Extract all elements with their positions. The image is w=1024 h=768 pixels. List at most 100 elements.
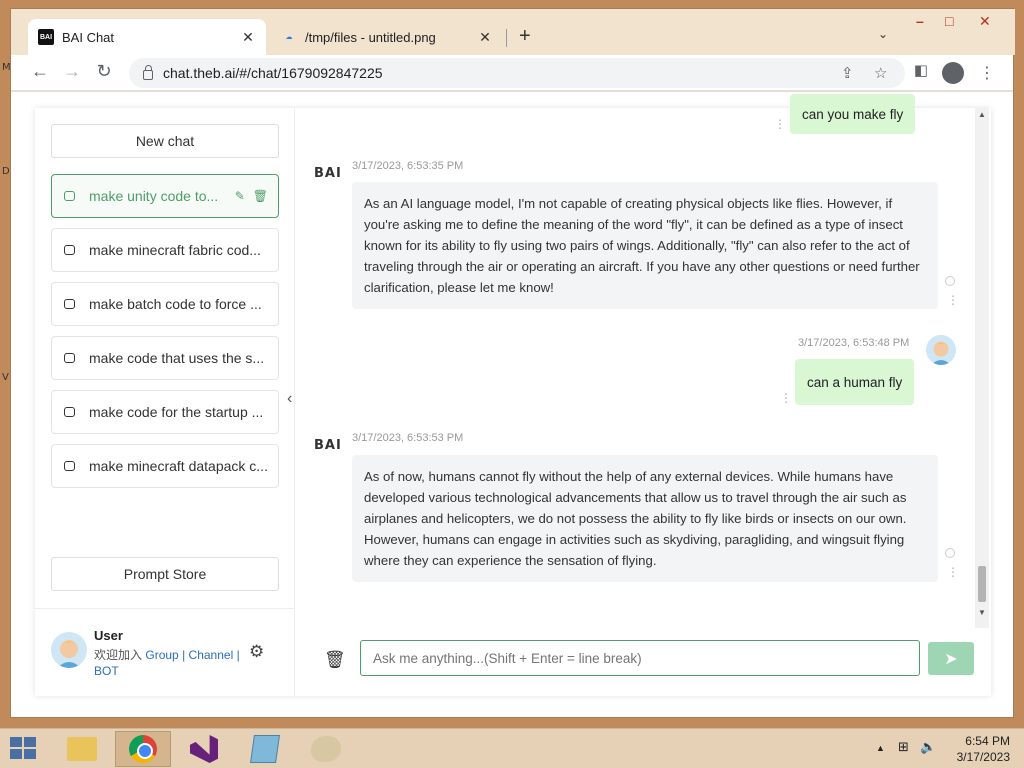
chat-item-label: make code that uses the s... xyxy=(89,350,265,366)
clear-chat-trash-icon[interactable]: 🗑 xyxy=(324,650,346,670)
new-chat-button[interactable]: New chat xyxy=(51,124,279,158)
user-avatar xyxy=(926,335,956,365)
web-page: New chat make unity code to... ✎ 🗑 make … xyxy=(11,92,1013,717)
message-timestamp: 3/17/2023, 6:53:53 PM xyxy=(352,432,464,444)
bookmark-star-icon[interactable]: ☆ xyxy=(874,64,887,82)
chat-item-label: make minecraft fabric cod... xyxy=(89,242,261,258)
group-link[interactable]: Group xyxy=(145,648,178,662)
chat-item-label: make batch code to force ... xyxy=(89,296,262,312)
assistant-message-bubble: As an AI language model, I'm not capable… xyxy=(352,182,938,309)
chrome-taskbar-icon[interactable] xyxy=(115,731,171,767)
paint-taskbar-icon[interactable] xyxy=(298,731,354,767)
chat-bubble-icon xyxy=(64,191,75,201)
chat-item-label: make unity code to... xyxy=(89,188,219,204)
message-menu-dots-icon[interactable]: ⋮ xyxy=(780,392,792,404)
scroll-down-arrow-icon[interactable]: ▼ xyxy=(978,608,986,617)
collapse-sidebar-chevron-icon[interactable]: ‹ xyxy=(287,390,292,408)
chat-bubble-icon xyxy=(64,245,75,255)
chat-list-item[interactable]: make code that uses the s... xyxy=(51,336,279,380)
tray-up-arrow-icon[interactable]: ▲ xyxy=(876,743,885,753)
assistant-message-bubble: As of now, humans cannot fly without the… xyxy=(352,455,938,582)
chat-list-item[interactable]: make unity code to... ✎ 🗑 xyxy=(51,174,279,218)
bai-favicon-icon: BAI xyxy=(38,29,54,45)
message-menu-dots-icon[interactable]: ⋮ xyxy=(947,294,959,306)
close-window-icon[interactable]: ✕ xyxy=(979,13,991,30)
lock-icon[interactable] xyxy=(143,65,153,80)
browser-menu-icon[interactable]: ⋮ xyxy=(979,63,995,83)
message-input[interactable] xyxy=(360,640,920,676)
maximize-icon[interactable]: □ xyxy=(945,13,953,29)
tab-title: /tmp/files - untitled.png xyxy=(305,29,436,45)
network-icon[interactable]: ⊞ xyxy=(898,739,909,755)
url-text[interactable]: chat.theb.ai/#/chat/1679092847225 xyxy=(163,65,383,81)
windows-taskbar: ▲ ⊞ 🔈 6:54 PM 3/17/2023 xyxy=(0,728,1024,768)
new-tab-icon[interactable]: + xyxy=(519,25,531,48)
windows-start-icon[interactable] xyxy=(10,737,38,761)
browser-toolbar: ← → ↻ chat.theb.ai/#/chat/1679092847225 … xyxy=(11,55,1013,91)
tab-separator xyxy=(506,29,507,47)
chat-item-label: make minecraft datapack c... xyxy=(89,458,268,474)
scroll-up-arrow-icon[interactable]: ▲ xyxy=(978,110,986,119)
clock-date: 3/17/2023 xyxy=(956,750,1010,764)
chat-list-item[interactable]: make code for the startup ... xyxy=(51,390,279,434)
delete-trash-icon[interactable]: 🗑 xyxy=(253,189,268,203)
back-icon[interactable]: ← xyxy=(28,61,52,82)
message-timestamp: 3/17/2023, 6:53:48 PM xyxy=(798,337,910,349)
reload-icon[interactable]: ↻ xyxy=(92,61,116,82)
welcome-text: 欢迎加入 xyxy=(94,648,143,662)
close-tab-icon[interactable]: ✕ xyxy=(477,29,493,46)
user-avatar xyxy=(51,632,87,668)
address-bar[interactable]: chat.theb.ai/#/chat/1679092847225 ⇪ ☆ xyxy=(129,58,905,88)
chat-bubble-icon xyxy=(64,461,75,471)
tab-search-chevron-icon[interactable]: ⌄ xyxy=(878,27,888,41)
tab-title: BAI Chat xyxy=(62,29,115,45)
tab-strip: BAI BAI Chat ✕ ☁ /tmp/files - untitled.p… xyxy=(11,9,1015,55)
taskbar-clock[interactable]: 6:54 PM 3/17/2023 xyxy=(948,733,1010,765)
volume-icon[interactable]: 🔈 xyxy=(920,739,936,755)
chat-item-label: make code for the startup ... xyxy=(89,404,264,420)
side-panel-icon[interactable]: ◧ xyxy=(909,61,933,79)
notebook-taskbar-icon[interactable] xyxy=(237,731,293,767)
chat-scrollbar[interactable]: ▲ ▼ xyxy=(975,108,989,628)
edit-pencil-icon[interactable]: ✎ xyxy=(235,189,245,203)
tab-bai-chat[interactable]: BAI BAI Chat ✕ xyxy=(28,19,266,55)
settings-gear-icon[interactable]: ⚙ xyxy=(249,642,264,662)
desktop-edge-text: V xyxy=(2,372,9,383)
clock-time: 6:54 PM xyxy=(965,734,1010,748)
profile-avatar-icon[interactable] xyxy=(942,62,964,84)
channel-link[interactable]: Channel xyxy=(189,648,234,662)
sidebar-divider xyxy=(35,608,295,609)
bai-bot-logo: BAI xyxy=(314,438,342,453)
cloud-favicon-icon: ☁ xyxy=(285,34,293,41)
share-icon[interactable]: ⇪ xyxy=(841,64,854,82)
minimize-icon[interactable]: – xyxy=(916,13,924,29)
message-menu-dots-icon[interactable]: ⋮ xyxy=(774,118,786,130)
close-tab-icon[interactable]: ✕ xyxy=(240,29,256,46)
bot-link[interactable]: BOT xyxy=(94,664,119,678)
regenerate-spinner-icon[interactable] xyxy=(945,548,955,558)
link-separator: | xyxy=(236,648,240,662)
chat-list-item[interactable]: make minecraft datapack c... xyxy=(51,444,279,488)
scrollbar-thumb[interactable] xyxy=(978,566,986,602)
chat-bubble-icon xyxy=(64,407,75,417)
tab-tmp-files[interactable]: ☁ /tmp/files - untitled.png ✕ xyxy=(271,19,503,55)
forward-icon[interactable]: → xyxy=(60,61,84,82)
user-message-bubble: can you make fly xyxy=(790,94,916,134)
user-message-bubble: can a human fly xyxy=(795,359,915,405)
chat-main: can you make fly ⋮ BAI 3/17/2023, 6:53:3… xyxy=(296,94,991,696)
chat-list-item[interactable]: make batch code to force ... xyxy=(51,282,279,326)
link-separator: | xyxy=(182,648,186,662)
regenerate-spinner-icon[interactable] xyxy=(945,276,955,286)
send-button[interactable]: ➤ xyxy=(928,642,974,675)
chat-list-item[interactable]: make minecraft fabric cod... xyxy=(51,228,279,272)
message-timestamp: 3/17/2023, 6:53:35 PM xyxy=(352,160,464,172)
chat-app: New chat make unity code to... ✎ 🗑 make … xyxy=(35,94,991,696)
prompt-store-button[interactable]: Prompt Store xyxy=(51,557,279,591)
desktop-edge-text: D xyxy=(2,166,10,177)
file-explorer-taskbar-icon[interactable] xyxy=(54,731,110,767)
sidebar: New chat make unity code to... ✎ 🗑 make … xyxy=(35,108,295,696)
chat-bubble-icon xyxy=(64,353,75,363)
visual-studio-taskbar-icon[interactable] xyxy=(176,731,232,767)
message-menu-dots-icon[interactable]: ⋮ xyxy=(947,566,959,578)
user-community-links: 欢迎加入 Group | Channel | BOT xyxy=(94,647,244,679)
